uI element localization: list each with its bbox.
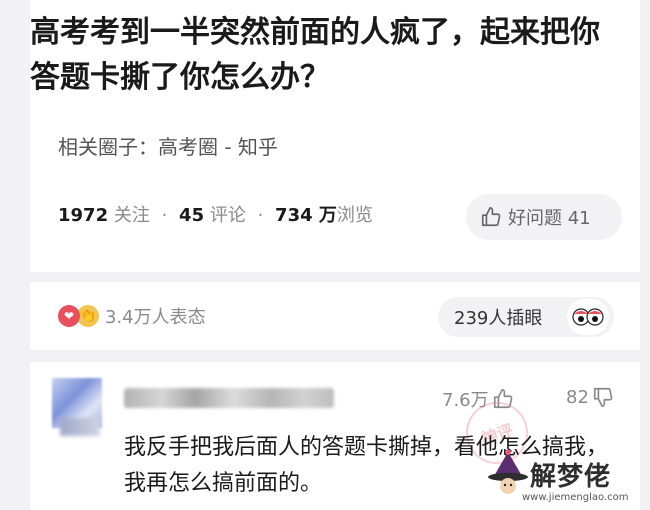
separator-dot: · — [161, 205, 168, 226]
eye-roll-button[interactable] — [567, 299, 609, 335]
good-question-button[interactable]: 好问题 41 — [466, 194, 622, 240]
wizard-hat-icon — [488, 450, 528, 494]
dislike-button[interactable]: 82 — [566, 386, 614, 408]
good-question-label: 好问题 41 — [508, 208, 591, 229]
comment-label[interactable]: 评论 — [210, 205, 246, 226]
view-count: 734 万 — [275, 205, 337, 226]
thumbs-up-icon — [481, 207, 501, 227]
comment-count: 45 — [179, 205, 205, 226]
eye-roll-label: 239人插眼 — [454, 308, 543, 329]
reaction-count: 3.4万人表态 — [105, 307, 206, 328]
follow-label[interactable]: 关注 — [114, 205, 150, 226]
separator-dot: · — [257, 205, 264, 226]
eyes-icon — [572, 308, 604, 326]
related-circle[interactable]: 相关圈子：高考圈 - 知乎 — [58, 133, 278, 161]
thumbs-down-icon — [593, 387, 613, 407]
brand-url: www.jiemenglao.com — [522, 492, 629, 503]
heart-icon: ❤ — [58, 305, 80, 327]
view-label: 浏览 — [336, 205, 373, 226]
avatar-blur — [60, 418, 100, 436]
site-watermark: 解梦佬 www.jiemenglao.com — [484, 450, 644, 508]
question-stats: 1972 关注 · 45 评论 · 734 万浏览 — [58, 202, 373, 230]
brand-name: 解梦佬 — [530, 462, 612, 492]
question-title[interactable]: 高考考到一半突然前面的人疯了，起来把你答题卡撕了你怎么办？ — [30, 10, 620, 100]
follow-count: 1972 — [58, 205, 109, 226]
reaction-summary[interactable]: ❤ 👏 3.4万人表态 — [58, 302, 206, 330]
blurred-username[interactable] — [124, 388, 334, 408]
dislike-count: 82 — [566, 386, 589, 408]
